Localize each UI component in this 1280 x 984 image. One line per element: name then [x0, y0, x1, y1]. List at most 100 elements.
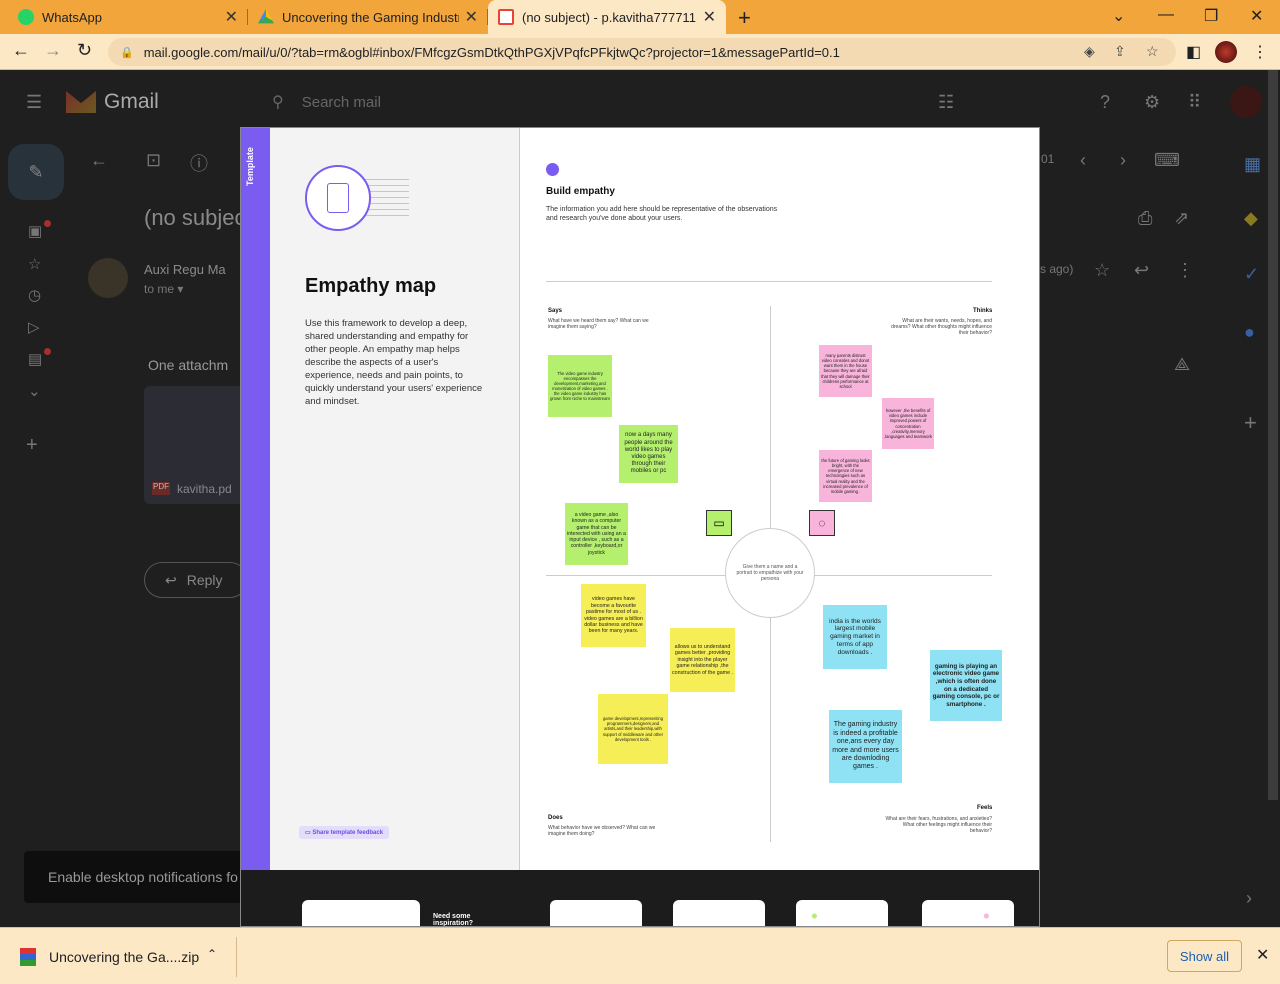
bookmark-star-icon[interactable]: ☆ — [1146, 43, 1159, 60]
download-file-name[interactable]: Uncovering the Ga....zip — [49, 949, 199, 965]
minimize-button[interactable]: — — [1158, 6, 1174, 24]
snoozed-icon[interactable]: ◷ — [28, 286, 41, 304]
more-vert-icon[interactable]: ⋮ — [1176, 260, 1194, 281]
back-to-inbox-icon[interactable]: ← — [90, 150, 108, 171]
tab-strip: WhatsApp ✕ Uncovering the Gaming Industr… — [0, 0, 1280, 34]
template-label: Template — [245, 147, 255, 186]
back-button[interactable]: ← — [12, 40, 30, 61]
recipient-dropdown[interactable]: to me ▾ — [144, 282, 183, 296]
persona-icon — [305, 165, 371, 231]
contacts-icon[interactable]: ● — [1244, 322, 1255, 343]
attachments-heading: One attachm — [148, 357, 229, 373]
report-spam-icon[interactable]: ⓘ — [190, 150, 208, 176]
desktop-notification-banner[interactable]: Enable desktop notifications fo — [24, 851, 244, 903]
tab-drive[interactable]: Uncovering the Gaming Industry ✕ — [248, 0, 488, 34]
sent-icon[interactable]: ▷ — [28, 318, 40, 336]
new-tab-button[interactable]: + — [738, 5, 751, 31]
close-window-button[interactable]: ✕ — [1250, 6, 1263, 26]
close-icon[interactable]: ✕ — [703, 7, 716, 27]
empathy-board: Build empathy The information you add he… — [521, 128, 1039, 870]
reply-icon[interactable]: ↩ — [1134, 260, 1149, 281]
share-feedback-button[interactable]: ▭ Share template feedback — [299, 826, 390, 839]
close-download-shelf-icon[interactable]: ✕ — [1256, 945, 1269, 965]
quadrant-thinks-label: Thinks — [973, 308, 993, 314]
close-icon[interactable]: ✕ — [465, 7, 478, 27]
more-chevron-icon[interactable]: ⌄ — [28, 382, 41, 400]
show-all-button[interactable]: Show all — [1167, 940, 1242, 972]
tab-gmail[interactable]: (no subject) - p.kavitha777711@g ✕ — [488, 0, 726, 34]
inspiration-heading: Need some inspiration? — [433, 913, 474, 927]
compose-button[interactable]: ✎ — [8, 144, 64, 200]
template-thumbnail[interactable] — [796, 900, 888, 926]
account-avatar[interactable] — [1230, 86, 1262, 118]
sticky-note[interactable]: The gaming industry is indeed a profitab… — [829, 710, 902, 783]
template-thumbnail[interactable] — [673, 900, 765, 926]
template-thumbnail[interactable] — [302, 900, 420, 926]
sticky-note[interactable]: The video game industry encompasses the … — [548, 355, 612, 417]
get-addons-icon[interactable]: + — [1244, 410, 1257, 436]
sticky-note[interactable]: game development,representing programmer… — [598, 694, 668, 764]
quadrant-says-prompt: What have we heard them say? What can we… — [548, 318, 649, 330]
sticky-note[interactable]: many parents distrust video consoles and… — [819, 345, 872, 397]
gmail-logo[interactable]: Gmail — [66, 90, 159, 114]
sender-avatar — [88, 258, 128, 298]
sticky-note[interactable]: now a days many people around the world … — [619, 425, 678, 483]
pdf-viewer-page: Template Empathy map Use this framework … — [240, 127, 1040, 927]
drive-icon — [258, 9, 274, 24]
sticky-note[interactable]: allows us to understand games better ,pr… — [670, 628, 735, 692]
open-new-window-icon[interactable]: ⇗ — [1174, 208, 1189, 229]
sticky-note[interactable]: video games have become a favourite past… — [581, 584, 646, 647]
print-icon[interactable]: ⎙ — [1138, 208, 1152, 229]
reload-button[interactable]: ↻ — [77, 40, 92, 61]
newer-chevron-icon[interactable]: ‹ — [1080, 150, 1086, 171]
lock-icon: 🔒 — [120, 46, 134, 59]
search-options-icon[interactable]: ☷ — [938, 92, 954, 113]
sticky-note[interactable]: however ,the benefits of video games inc… — [882, 398, 934, 449]
tab-whatsapp[interactable]: WhatsApp ✕ — [8, 0, 248, 34]
more-templates-strip: Need some inspiration? — [241, 870, 1039, 927]
restore-button[interactable]: ❐ — [1204, 6, 1218, 26]
gmail-m-icon — [66, 91, 96, 113]
download-options-chevron-icon[interactable]: ⌃ — [207, 947, 217, 961]
sticky-note[interactable]: india is the worlds largest mobile gamin… — [823, 605, 887, 669]
close-icon[interactable]: ✕ — [225, 7, 238, 27]
settings-gear-icon[interactable]: ⚙ — [1144, 92, 1160, 113]
expand-side-panel-icon[interactable]: › — [1246, 888, 1252, 909]
forward-button[interactable]: → — [44, 40, 62, 61]
apps-grid-icon[interactable]: ⠿ — [1188, 92, 1201, 113]
quadrant-thinks-prompt: What are their wants, needs, hopes, and … — [891, 318, 992, 336]
keyboard-icon[interactable]: ⌨ — [1154, 150, 1180, 171]
sticky-note[interactable]: the future of gaming looks bright, with … — [819, 450, 872, 502]
template-thumbnail[interactable] — [922, 900, 1014, 926]
address-bar[interactable]: 🔒 mail.google.com/mail/u/0/?tab=rm&ogbl#… — [108, 38, 1176, 66]
share-icon[interactable]: ⇪ — [1114, 43, 1126, 60]
side-panel-icon[interactable]: ◧ — [1186, 42, 1201, 62]
tab-search-icon[interactable]: ⌄ — [1112, 6, 1125, 26]
inbox-icon[interactable]: ▣ — [28, 222, 42, 240]
quadrant-does-prompt: What behavior have we observed? What can… — [548, 825, 656, 837]
page-scrollbar[interactable] — [1268, 70, 1278, 800]
starred-icon[interactable]: ☆ — [28, 255, 41, 273]
sticky-note[interactable]: a video game ,also known as a computer g… — [565, 503, 628, 565]
quadrant-does-label: Does — [548, 815, 563, 821]
main-menu-icon[interactable]: ☰ — [26, 92, 42, 113]
search-input[interactable]: ⚲ Search mail — [272, 92, 381, 112]
add-to-drive-icon[interactable]: ⟁ — [1174, 354, 1190, 375]
older-chevron-icon[interactable]: › — [1120, 150, 1126, 171]
attachment-name[interactable]: kavitha.pd — [177, 482, 232, 496]
add-label-icon[interactable]: + — [26, 434, 38, 457]
help-icon[interactable]: ? — [1100, 92, 1110, 113]
persona-circle: Give them a name and a portrait to empat… — [725, 528, 815, 618]
calendar-icon[interactable]: ▦ — [1244, 154, 1261, 175]
menu-icon[interactable]: ⋮ — [1252, 42, 1268, 62]
star-icon[interactable]: ☆ — [1094, 260, 1110, 281]
tasks-icon[interactable]: ✓ — [1244, 264, 1259, 285]
profile-avatar[interactable] — [1215, 41, 1237, 63]
archive-icon[interactable]: ⊡ — [146, 150, 161, 171]
sticky-note[interactable]: gaming is playing an electronic video ga… — [930, 650, 1002, 721]
keep-icon[interactable]: ◆ — [1244, 208, 1258, 229]
drafts-icon[interactable]: ▤ — [28, 350, 42, 368]
extension-icon[interactable]: ◈ — [1084, 43, 1095, 60]
template-thumbnail[interactable] — [550, 900, 642, 926]
reply-button[interactable]: ↩ Reply — [144, 562, 248, 598]
